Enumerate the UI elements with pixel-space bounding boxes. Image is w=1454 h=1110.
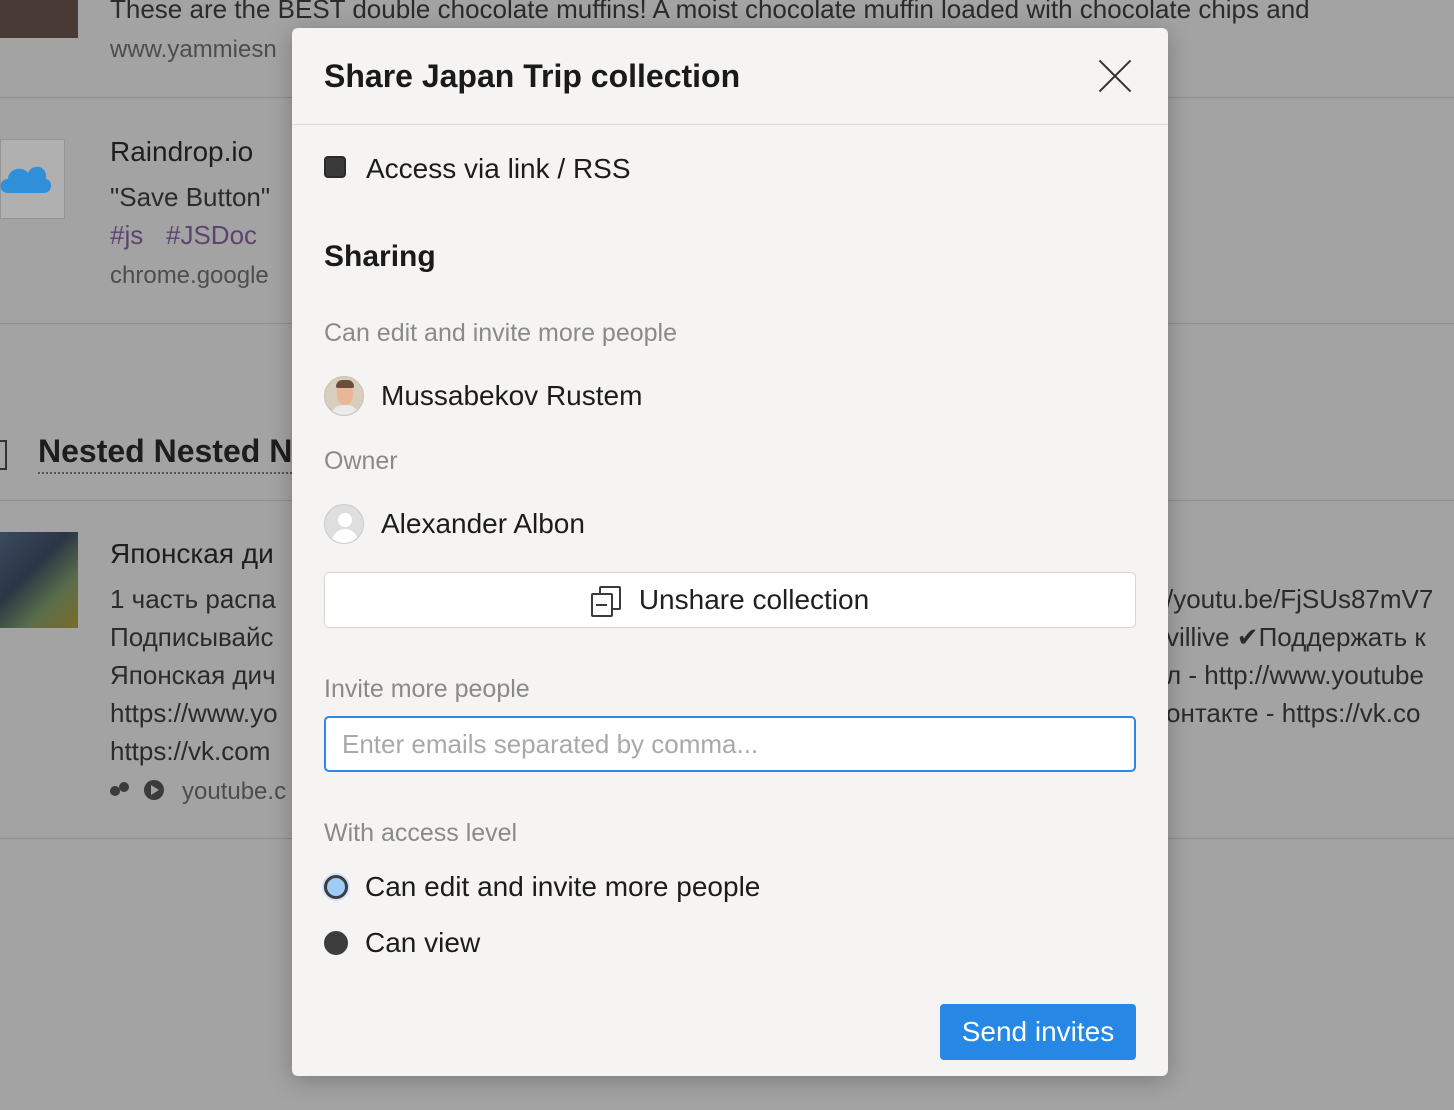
sharing-heading: Sharing — [324, 240, 436, 273]
access-option-label: Can edit and invite more people — [365, 871, 761, 902]
access-option-label: Can view — [365, 927, 481, 958]
access-option-view[interactable]: Can view — [324, 927, 480, 959]
tag-jsdoc[interactable]: #JSDoc — [166, 220, 257, 251]
access-via-link-label[interactable]: Access via link / RSS — [366, 153, 631, 185]
avatar — [324, 376, 364, 416]
muffin-thumbnail — [0, 0, 78, 38]
item-title: Японская ди — [110, 538, 274, 569]
owner-row: Alexander Albon — [324, 504, 585, 544]
dialog-header: Share Japan Trip collection — [292, 28, 1168, 125]
collection-icon — [0, 440, 7, 470]
send-invites-button[interactable]: Send invites — [940, 1004, 1136, 1060]
share-collection-dialog: Share Japan Trip collection Access via l… — [292, 28, 1168, 1076]
item-host: chrome.google — [110, 262, 269, 289]
tag-js[interactable]: #js — [110, 220, 143, 251]
item-line: Подписывайс — [110, 622, 274, 652]
item-title: Raindrop.io — [110, 136, 254, 167]
item-description: "Save Button" — [110, 182, 271, 212]
invite-emails-input[interactable] — [324, 716, 1136, 772]
radio-selected[interactable] — [324, 875, 348, 899]
dialog-title: Share Japan Trip collection — [324, 58, 741, 94]
video-thumbnail — [0, 532, 78, 628]
owner-heading: Owner — [324, 447, 398, 475]
item-line: /youtu.be/FjSUs87mV7 — [1166, 584, 1434, 614]
unshare-collection-label: Unshare collection — [638, 584, 870, 615]
item-line: https://www.yo — [110, 698, 278, 728]
highlight-icon — [110, 782, 130, 798]
section-title[interactable]: Nested Nested N — [38, 433, 293, 474]
close-icon[interactable] — [1097, 58, 1133, 94]
access-via-link-checkbox[interactable] — [324, 156, 346, 178]
item-line: л - http://www.youtube — [1166, 660, 1424, 690]
unshare-collection-button[interactable]: Unshare collection — [324, 572, 1136, 628]
unshare-icon — [590, 586, 621, 617]
radio-unselected[interactable] — [324, 931, 348, 955]
item-description: These are the BEST double chocolate muff… — [110, 0, 1310, 24]
access-level-heading: With access level — [324, 819, 518, 847]
item-meta-icons — [110, 780, 164, 800]
cloud-icon — [0, 166, 52, 193]
item-line: https://vk.com — [110, 736, 271, 766]
item-line: Японская дич — [110, 660, 276, 690]
item-host: www.yammiesn — [110, 36, 277, 63]
video-icon — [144, 780, 164, 800]
editors-heading: Can edit and invite more people — [324, 319, 678, 347]
owner-name: Alexander Albon — [381, 508, 585, 539]
item-line: онтакте - https://vk.co — [1166, 698, 1421, 728]
collaborator-row: Mussabekov Rustem — [324, 376, 642, 416]
item-line: 1 часть распа — [110, 584, 276, 614]
avatar-placeholder-icon — [324, 504, 364, 544]
item-line: villive ✔Поддержать к — [1166, 622, 1426, 652]
item-host: youtube.c — [182, 778, 287, 805]
access-option-edit[interactable]: Can edit and invite more people — [324, 871, 760, 903]
collaborator-name: Mussabekov Rustem — [381, 380, 643, 411]
invite-heading: Invite more people — [324, 675, 530, 703]
